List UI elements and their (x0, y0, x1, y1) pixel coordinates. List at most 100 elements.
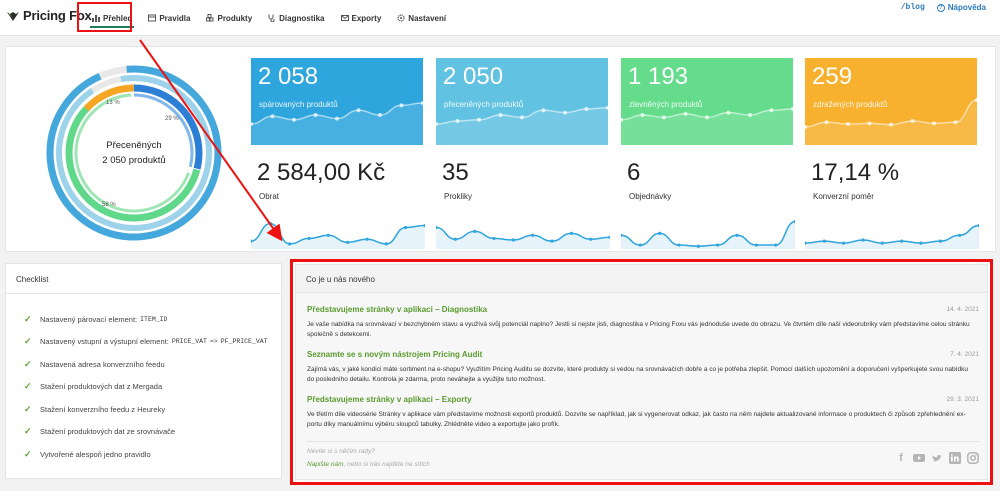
checkmark-icon: ✓ (24, 358, 32, 369)
checkmark-icon: ✓ (24, 403, 32, 414)
stat-sparkline (621, 220, 795, 249)
sparkline-point (696, 244, 700, 248)
stat-sparkline (805, 223, 979, 249)
checkmark-icon: ✓ (24, 336, 32, 347)
help-link-label: Nápověda (947, 3, 986, 12)
checkmark-icon: ✓ (24, 381, 32, 392)
news-item-title[interactable]: Představujeme stránky v aplikaci – Diagn… (307, 305, 979, 314)
linkedin-icon[interactable] (949, 452, 961, 464)
checklist-item-text: Vytvořené alespoň jedno pravidlo (40, 449, 151, 459)
checklist-item-text: Stažení konverzního feedu z Heureky (40, 404, 166, 414)
news-item-date: 29. 3. 2021 (946, 396, 979, 403)
news-item: Představujeme stránky v aplikaci – Expor… (307, 395, 979, 430)
repricing-donut-chart: 13 % 29 % 58 % Přeceněných 2 050 produkt… (46, 65, 222, 241)
sparkline-point (640, 113, 645, 117)
sparkline-point (748, 113, 752, 117)
checklist-item-code: PRICE_VAT (171, 338, 207, 346)
table-icon (148, 14, 157, 22)
sparkline-area (436, 107, 608, 145)
sparkline-point (822, 239, 826, 243)
nav-item-exporty[interactable]: Exporty (333, 0, 390, 36)
nav-item-nastaveni[interactable]: Nastavení (389, 0, 454, 36)
overview-panel: 13 % 29 % 58 % Přeceněných 2 050 produkt… (5, 46, 996, 252)
sparkline-point (453, 237, 457, 241)
sparkline-point (735, 233, 739, 237)
checklist-title: Checklist (6, 264, 281, 294)
top-navbar: Pricing Fox Přehled Pravidla Produkty Di… (0, 0, 1000, 36)
sparkline-point (726, 110, 731, 115)
kpi-sparkline (805, 98, 977, 145)
sparkline-point (677, 243, 681, 247)
nav-item-pravidla[interactable]: Pravidla (140, 0, 198, 36)
stat-label: Konverzní poměr (813, 192, 874, 201)
highlight-box-prehled (77, 2, 132, 32)
stat-value: 2 584,00 Kč (257, 159, 386, 186)
sparkline-point (861, 238, 865, 242)
news-item-text: Ve třetím díle videosérie Stránky v apli… (307, 411, 966, 428)
stat-value: 17,14 % (811, 159, 900, 186)
sparkline-point (313, 113, 318, 117)
checklist-item: ✓ Stažení produktových dat ze srovnávače (24, 421, 281, 444)
stat-conversion-rate: 17,14 % Konverzní poměr (805, 159, 979, 249)
blog-link[interactable]: /blog (901, 3, 925, 12)
instagram-icon[interactable] (967, 452, 979, 464)
checklist-item-text: Stažení produktových dat ze srovnávače (40, 427, 176, 437)
checklist-panel: Checklist ✓ Nastavený párovací element: … (5, 263, 282, 479)
sparkline-point (563, 110, 567, 115)
twitter-icon[interactable] (931, 452, 943, 464)
sparkline-point (716, 243, 720, 247)
news-item-title[interactable]: Seznamte se s novým nástrojem Pricing Au… (307, 350, 979, 359)
checklist-item: ✓ Stažení konverzního feedu z Heureky (24, 398, 281, 421)
sparkline-point (268, 222, 272, 226)
kpi-discounted-products[interactable]: 1 193 zlevněných produktů (621, 58, 793, 145)
news-item-date: 7. 4. 2021 (950, 351, 979, 358)
nav-item-label: Nastavení (408, 13, 447, 23)
sparkline-point (399, 103, 404, 108)
help-link[interactable]: ? Nápověda (936, 3, 986, 12)
news-item-title[interactable]: Představujeme stránky v aplikaci – Expor… (307, 395, 979, 404)
news-title: Co je u nás nového (296, 265, 987, 293)
sparkline-point (346, 240, 350, 244)
facebook-icon[interactable]: f (895, 452, 907, 464)
sparkline-point (846, 122, 850, 126)
sparkline-point (774, 243, 778, 247)
news-item-date: 14. 4. 2021 (946, 306, 979, 313)
envelope-icon (340, 14, 349, 22)
sparkline-point (638, 243, 642, 247)
kpi-raised-products[interactable]: 259 zdražených produktů (805, 58, 977, 145)
footer-contact: Napište nám, nebo si nás najděte na sítí… (307, 461, 979, 468)
sparkline-point (867, 121, 872, 126)
stat-label: Obrat (259, 192, 280, 201)
kpi-repriced-products[interactable]: 2 050 přeceněných produktů (436, 58, 608, 145)
nav-item-produkty[interactable]: Produkty (198, 0, 260, 36)
stat-sparkline (251, 222, 425, 249)
gear-icon (397, 14, 405, 22)
checklist-item-text: Stažení produktových dat z Mergada (40, 382, 163, 392)
nav-item-label: Exporty (351, 13, 382, 23)
sparkline-point (842, 241, 846, 245)
sparkline-point (683, 111, 688, 116)
sparkline-point (292, 117, 296, 122)
sparkline-point (584, 107, 589, 111)
question-icon: ? (936, 3, 945, 12)
checklist-item: ✓ Vytvořené alespoň jedno pravidlo (24, 443, 281, 466)
sparkline-line (621, 220, 795, 247)
sparkline-point (477, 117, 481, 122)
kpi-sparkline (621, 107, 793, 145)
stat-label: Prokliky (444, 192, 473, 201)
sparkline-point (473, 229, 477, 233)
sparkline-point (932, 121, 936, 126)
sparkline-point (705, 115, 709, 120)
sparkline-area (621, 109, 793, 145)
sparkline-point (270, 114, 275, 119)
youtube-icon[interactable] (913, 452, 925, 464)
kpi-paired-products[interactable]: 2 058 spárovaných produktů (251, 58, 423, 145)
sparkline-point (550, 239, 554, 243)
nav-item-diagnostika[interactable]: Diagnostika (260, 0, 332, 36)
write-us-link[interactable]: Napište nám (307, 461, 344, 468)
checklist-item-code: ITEM_ID (140, 315, 168, 323)
stat-value: 6 (627, 159, 641, 186)
kpi-sparkline (436, 105, 608, 145)
sparkline-point (365, 237, 369, 241)
sparkline-point (335, 116, 339, 121)
